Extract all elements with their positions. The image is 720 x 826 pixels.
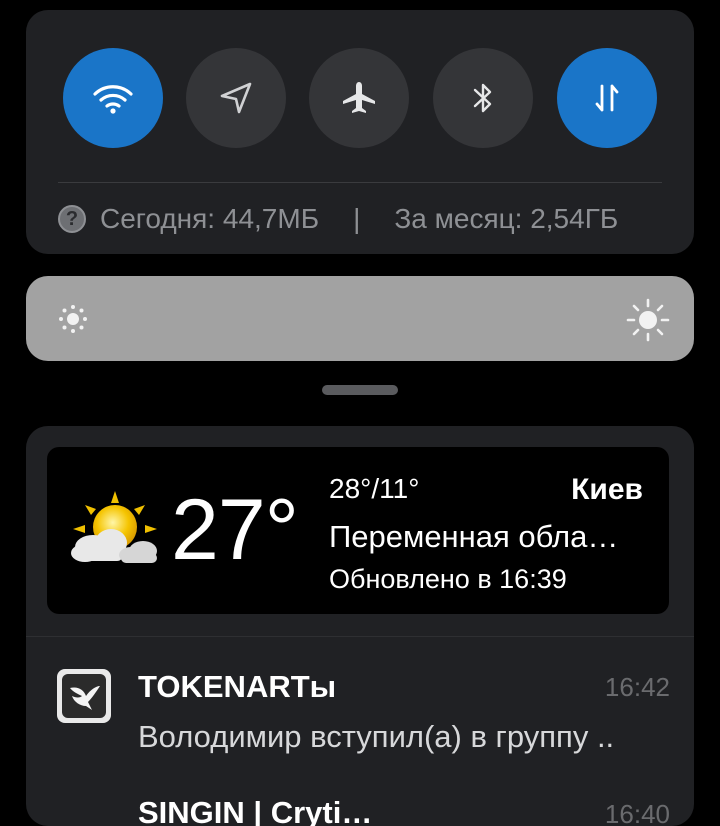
notification-item[interactable]: TOKENARTы 16:42 Володимир вступил(а) в г…	[26, 637, 694, 754]
brightness-high-icon	[626, 298, 670, 342]
partly-cloudy-icon	[71, 491, 157, 563]
usage-today: Сегодня: 44,7МБ	[100, 203, 320, 234]
notification-body: Володимир вступил(а) в группу ..	[138, 719, 615, 754]
weather-updated: Обновлено в 16:39	[329, 564, 567, 594]
brightness-slider[interactable]	[26, 276, 694, 361]
notification-time-2: 16:40	[604, 799, 670, 826]
data-usage-row[interactable]: ? Сегодня: 44,7МБ | За месяц: 2,54ГБ	[58, 200, 618, 238]
location-arrow-icon	[220, 82, 252, 114]
quick-settings-divider	[58, 182, 662, 183]
usage-separator: |	[353, 203, 361, 234]
tokenart-bird-icon	[57, 669, 111, 723]
temperature-range: 28°/11°	[329, 473, 420, 504]
data-transfer-icon	[595, 84, 619, 112]
weather-widget[interactable]: 27° 28°/11° Киев Переменная обла… Обновл…	[47, 447, 669, 614]
notification-panel: 27° 28°/11° Киев Переменная обла… Обновл…	[26, 426, 694, 826]
notification-title: TOKENARTы	[138, 669, 337, 704]
mobile-data-toggle[interactable]	[557, 48, 657, 148]
airplane-toggle[interactable]	[309, 48, 409, 148]
help-icon[interactable]: ?	[58, 205, 86, 233]
location-toggle[interactable]	[186, 48, 286, 148]
brightness-low-icon	[59, 305, 87, 333]
wifi-toggle[interactable]	[63, 48, 163, 148]
weather-city: Киев	[571, 473, 643, 506]
usage-month: За месяц: 2,54ГБ	[394, 203, 619, 234]
bluetooth-toggle[interactable]	[433, 48, 533, 148]
drag-handle[interactable]	[322, 385, 398, 395]
weather-condition: Переменная обла…	[329, 519, 619, 554]
bluetooth-icon	[473, 83, 492, 113]
current-temperature: 27°	[171, 482, 299, 578]
quick-settings-panel: ? Сегодня: 44,7МБ | За месяц: 2,54ГБ	[26, 10, 694, 254]
airplane-icon	[343, 82, 375, 113]
notification-title-2[interactable]: SINGIN | Cryti…	[138, 795, 372, 826]
notification-time: 16:42	[604, 672, 670, 702]
wifi-icon	[93, 85, 133, 114]
